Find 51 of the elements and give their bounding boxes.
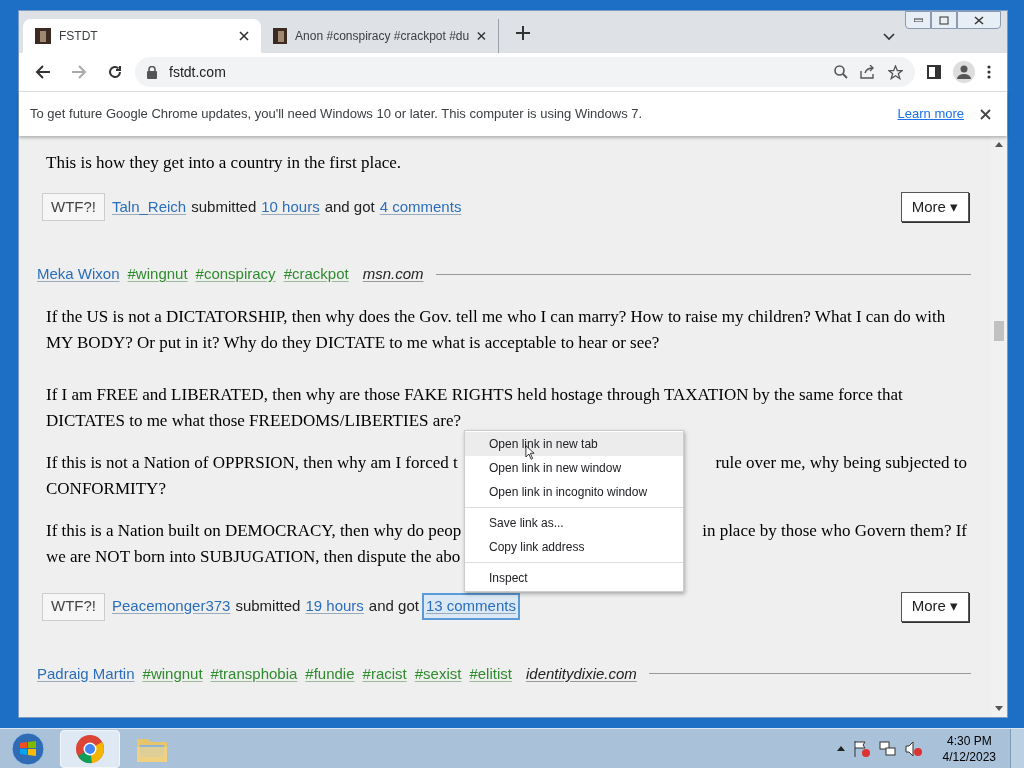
tag-link[interactable]: #racist: [362, 662, 407, 685]
address-bar[interactable]: fstdt.com: [135, 57, 915, 87]
menu-item[interactable]: Copy link address: [465, 535, 683, 559]
post-text: in place by those who Govern them? If: [702, 519, 967, 542]
submitted-text: submitted: [191, 196, 257, 217]
clock-time: 4:30 PM: [946, 732, 992, 749]
user-link[interactable]: Taln_Reich: [112, 195, 187, 219]
tab-title: FSTDT: [59, 28, 99, 45]
comments-link[interactable]: 4 comments: [379, 195, 462, 219]
tag-link[interactable]: #fundie: [305, 662, 355, 685]
got-text: and got: [324, 196, 375, 217]
rating-button[interactable]: WTF?!: [42, 193, 105, 221]
comments-link[interactable]: 13 comments: [423, 595, 518, 618]
submitted-text: submitted: [235, 596, 301, 617]
clock-date: 4/12/2023: [942, 748, 996, 765]
menu-item[interactable]: Open link in incognito window: [465, 480, 683, 504]
author-link[interactable]: Padraig Martin: [37, 662, 135, 685]
post-text: CONFORMITY?: [46, 477, 166, 500]
menu-item[interactable]: Open link in new window: [465, 456, 683, 480]
tag-link[interactable]: #wingnut: [127, 263, 188, 286]
tag-link[interactable]: #transphobia: [210, 662, 298, 685]
tag-link[interactable]: #elitist: [469, 662, 512, 685]
post-paragraph: This is how they get into a country in the first place.: [46, 152, 403, 174]
post-text: If this is a Nation built on DEMOCRACY, then why do peop: [46, 519, 462, 542]
tag-link[interactable]: #conspiracy: [195, 263, 276, 286]
post-text: we are NOT born into SUBJUGATION, then dispute the abo: [46, 545, 461, 568]
browser-tab[interactable]: FSTDT: [23, 19, 261, 53]
time-link[interactable]: 10 hours: [261, 195, 320, 219]
post-text: rule over me, why being subjected to: [715, 451, 967, 474]
user-link[interactable]: Peacemonger373: [112, 595, 231, 618]
source-link[interactable]: identitydixie.com: [525, 662, 637, 685]
tab-title: Anon #conspiracy #crackpot #du: [295, 28, 470, 45]
post-text: If this is not a Nation of OPPRSION, then why am I forced t: [46, 451, 458, 474]
tag-link[interactable]: #crackpot: [283, 263, 349, 286]
infobar-message: To get future Google Chrome updates, you'll need Windows 10 or later. This computer is using Windows 7.: [30, 105, 643, 124]
post-paragraph: If I am FREE and LIBERATED, then why are those FAKE RIGHTS held hostage through TAXATION by the same force that DICTATES to me what those FREEDOMS/LIBERTIES are?: [46, 383, 904, 432]
menu-item[interactable]: Save link as...: [465, 511, 683, 535]
tag-link[interactable]: #wingnut: [142, 662, 203, 685]
tag-link[interactable]: #sexist: [414, 662, 462, 685]
rating-button[interactable]: WTF?!: [42, 592, 105, 621]
more-button[interactable]: More ▾: [900, 192, 969, 222]
time-link[interactable]: 19 hours: [305, 595, 364, 618]
url-text: fstdt.com: [169, 62, 226, 82]
post-paragraph: If the US is not a DICTATORSHIP, then why does the Gov. tell me who I can marry? How to raise my children? What I can do with MY BODY? Or put in it? Why do they DICTATE to me what is acceptable to hear or see?: [46, 305, 947, 354]
got-text: and got: [368, 596, 419, 617]
source-link[interactable]: msn.com: [362, 263, 424, 286]
menu-item[interactable]: Inspect: [465, 566, 683, 590]
author-link[interactable]: Meka Wixon: [37, 263, 120, 286]
more-button[interactable]: More ▾: [900, 591, 969, 622]
learn-more-link[interactable]: Learn more: [897, 104, 964, 124]
menu-item[interactable]: Open link in new tab: [465, 432, 683, 456]
